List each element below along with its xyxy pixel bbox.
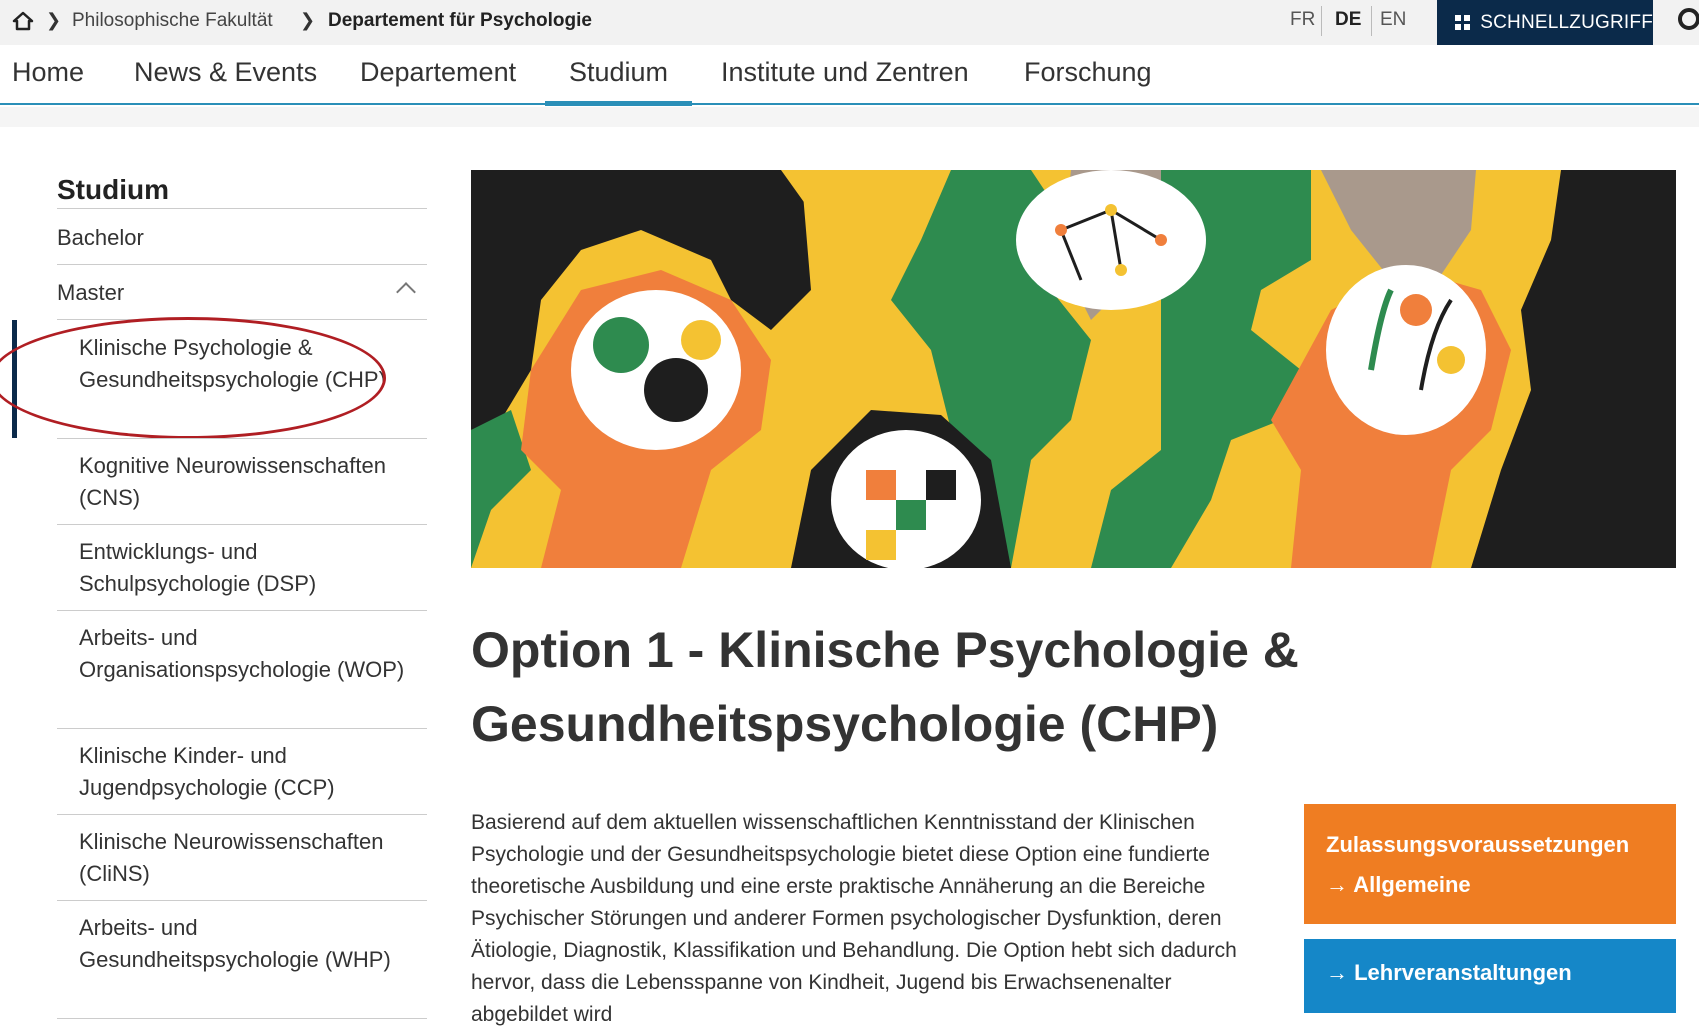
divider [57,1018,427,1019]
page-title: Option 1 - Klinische Psychologie & Gesun… [471,622,1299,752]
divider [57,814,427,815]
nav-item-departement[interactable]: Departement [360,57,516,88]
language-fr[interactable]: FR [1290,9,1315,31]
sidebar-item-clins[interactable]: Klinische Neurowissenschaften (CliNS) [79,826,409,890]
divider [57,728,427,729]
chevron-right-icon: ❯ [300,10,316,30]
quick-access-button[interactable]: SCHNELLZUGRIFF [1437,0,1653,45]
sidebar-item-cns[interactable]: Kognitive Neurowissenschaften (CNS) [79,450,409,514]
divider [57,524,427,525]
highlight-ellipse [0,317,386,439]
breadcrumb-item-current[interactable]: Departement für Psychologie [328,10,592,32]
language-divider [1371,6,1372,36]
divider [57,264,427,265]
sidebar-item-whp[interactable]: Arbeits- und Gesundheitspsychologie (WHP… [79,912,409,976]
sidebar-item-master[interactable]: Master [57,280,124,306]
intro-text: Basierend auf dem aktuellen wissenschaft… [471,811,1237,1026]
language-de[interactable]: DE [1335,9,1361,31]
home-icon[interactable] [12,10,34,32]
divider [57,208,427,209]
nav-band [0,107,1699,127]
chevron-right-icon: ❯ [46,10,62,30]
sidebar-item-bachelor[interactable]: Bachelor [57,225,144,251]
language-en[interactable]: EN [1380,9,1406,31]
nav-item-home[interactable]: Home [12,57,84,88]
quick-access-label: SCHNELLZUGRIFF [1480,11,1653,33]
admission-title: Zulassungsvoraussetzungen [1326,832,1630,857]
sidebar-item-wop[interactable]: Arbeits- und Organisationspsychologie (W… [79,622,409,686]
sidebar-title: Studium [57,174,169,205]
main-navigation: Home News & Events Departement Studium I… [0,45,1699,106]
courses-button[interactable]: → Lehrveranstaltungen [1304,939,1676,1013]
search-icon[interactable] [1678,8,1699,30]
grid-icon [1455,14,1470,31]
courses-label: → Lehrveranstaltungen [1326,960,1572,985]
nav-item-news-events[interactable]: News & Events [134,57,317,88]
breadcrumb-item[interactable]: Philosophische Fakultät [72,10,273,32]
sidebar-item-dsp[interactable]: Entwicklungs- und Schulpsychologie (DSP) [79,536,409,600]
top-bar: ❯ Philosophische Fakultät ❯ Departement … [0,0,1699,45]
language-divider [1321,6,1322,36]
chevron-up-icon[interactable] [396,282,416,302]
nav-item-studium[interactable]: Studium [544,57,693,106]
nav-item-forschung[interactable]: Forschung [1024,57,1152,88]
admission-requirements-button[interactable]: Zulassungsvoraussetzungen → Allgemeine [1304,804,1676,924]
sidebar-item-ccp[interactable]: Klinische Kinder- und Jugendpsychologie … [79,740,409,804]
divider [57,438,427,439]
nav-item-institute[interactable]: Institute und Zentren [721,57,969,88]
divider [57,610,427,611]
hero-illustration [471,170,1676,568]
divider [57,900,427,901]
admission-general-link[interactable]: → Allgemeine [1326,872,1654,898]
